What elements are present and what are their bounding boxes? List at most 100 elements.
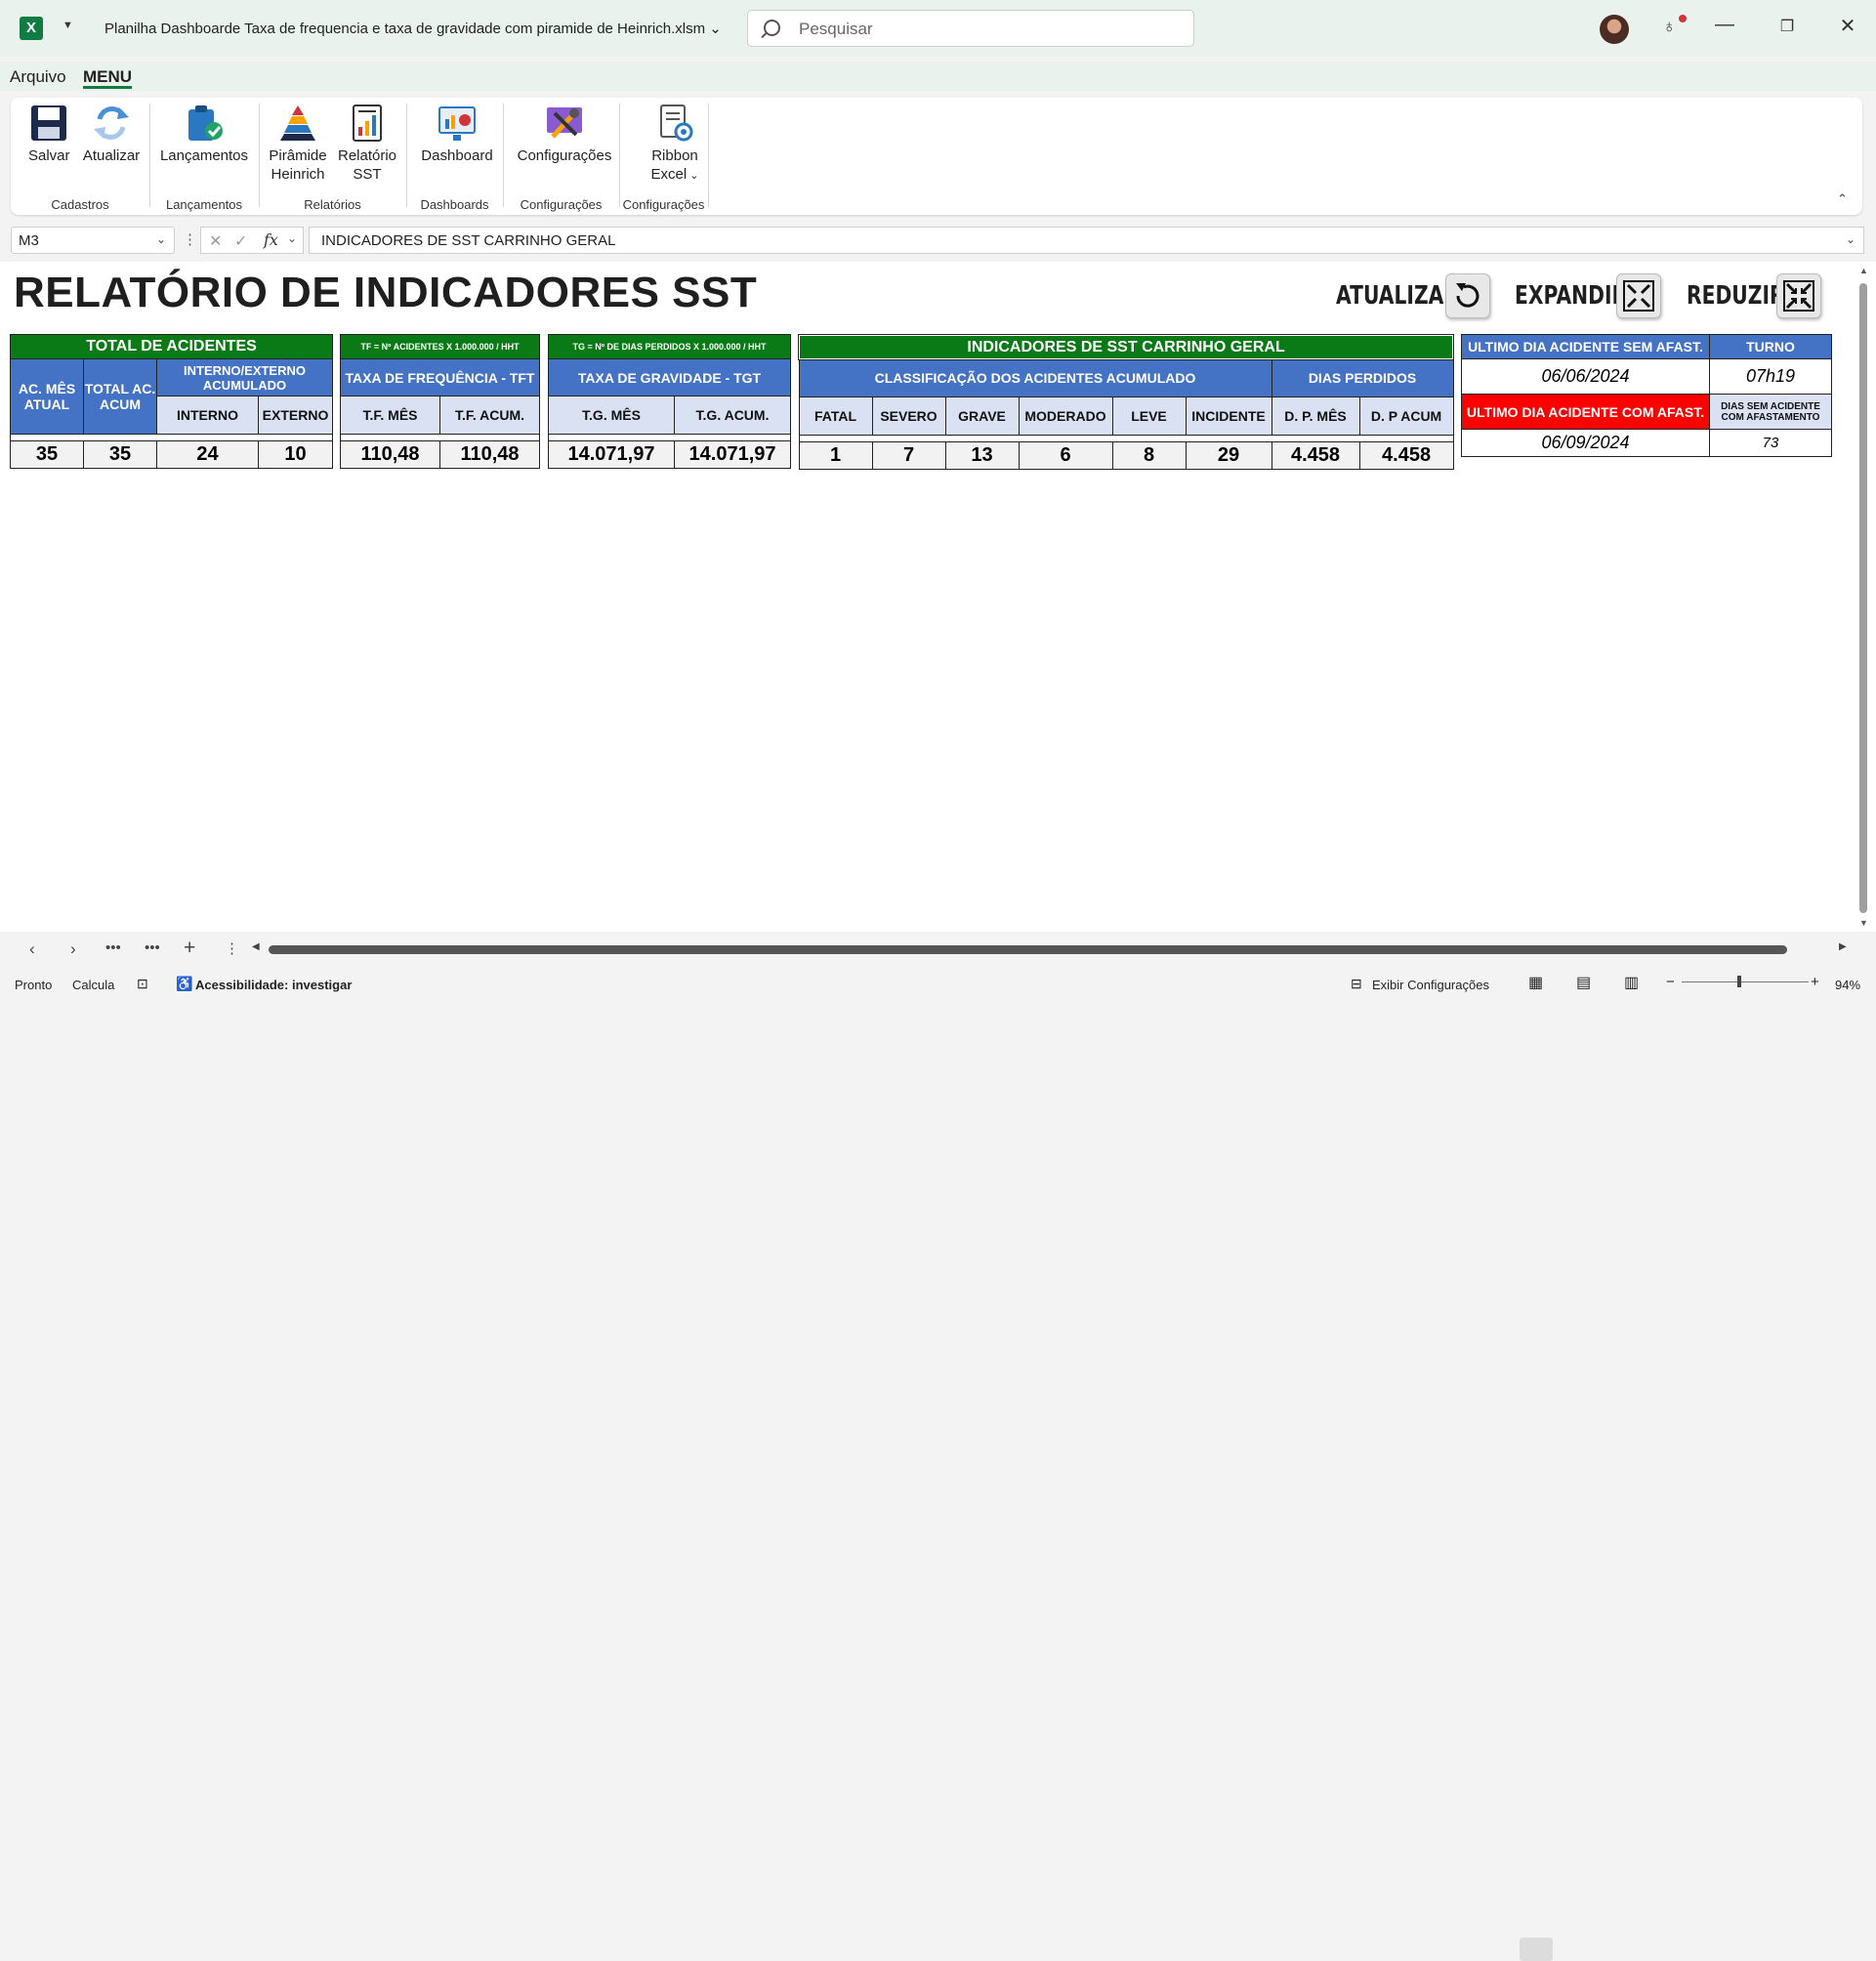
reduzir-button[interactable]: REDUZIR [1687,273,1843,320]
leve-value[interactable]: 8 [1111,440,1187,470]
scroll-up-icon[interactable]: ▲ [1859,266,1868,275]
turno-header: TURNO [1709,334,1832,359]
salvar-button[interactable]: Salvar [28,104,70,165]
tf-mes-value[interactable]: 110,48 [340,440,440,469]
zoom-slider-thumb[interactable] [1737,976,1741,987]
expand-formula-icon[interactable]: ⌄ [1846,232,1855,246]
sheet-options-icon[interactable]: ⋮ [225,939,239,957]
collapse-ribbon-icon[interactable]: ⌃ [1837,191,1848,207]
dias-sem-acidente-value[interactable]: 73 [1709,429,1832,457]
tab-arquivo[interactable]: Arquivo [10,67,66,87]
zoom-in-icon[interactable]: + [1811,974,1819,990]
turno-value[interactable]: 07h19 [1709,358,1832,395]
ac-mes-atual-header: AC. MÊS ATUAL [10,358,84,435]
severo-value[interactable]: 7 [871,440,946,470]
group-separator [259,104,260,207]
status-calcula[interactable]: Calcula [72,978,114,992]
scroll-right-icon[interactable]: ▶ [1839,941,1847,952]
interno-header: INTERNO [156,396,259,435]
atualizar-button[interactable]: Atualizar [79,104,144,165]
indicadores-sst-table: INDICADORES DE SST CARRINHO GERAL CLASSI… [797,334,1455,470]
display-settings-label[interactable]: Exibir Configurações [1372,978,1489,992]
moderado-value[interactable]: 6 [1018,440,1113,470]
grave-value[interactable]: 13 [944,440,1020,470]
ribbon-excel-button[interactable]: Ribbon Excel ⌄ [634,104,716,186]
name-box[interactable]: M3 ⌄ [11,227,175,254]
total-ac-acum-value[interactable]: 35 [83,440,157,469]
scroll-down-icon[interactable]: ▼ [1859,918,1868,928]
tf-acum-header: T.F. ACUM. [438,396,541,435]
taxa-gravidade-table: TG = Nº DE DIAS PERDIDOS X 1.000.000 / H… [547,334,792,469]
group-label-relatorios: Relatórios [304,197,361,212]
prev-sheet-icon[interactable]: ‹ [29,939,35,959]
tg-acum-value[interactable]: 14.071,97 [673,440,792,469]
search-input[interactable]: Pesquisar [747,10,1194,47]
excel-logo-icon[interactable]: X [20,17,43,40]
next-sheet-icon[interactable]: › [70,939,76,959]
indicadores-header[interactable]: INDICADORES DE SST CARRINHO GERAL [797,334,1455,360]
expandir-button[interactable]: EXPANDIR [1515,273,1671,320]
group-separator [619,104,620,207]
horizontal-scroll-thumb[interactable] [269,945,1787,954]
lancamentos-button[interactable]: Lançamentos [159,104,249,165]
ultimo-sem-afast-date[interactable]: 06/06/2024 [1461,358,1710,395]
avatar[interactable] [1600,15,1629,44]
ac-mes-atual-value[interactable]: 35 [10,440,84,469]
zoom-out-icon[interactable]: − [1666,974,1675,990]
ribbon-tabs: Arquivo MENU [0,62,1876,91]
ultimo-com-afast-header: ULTIMO DIA ACIDENTE COM AFAST. [1461,394,1710,430]
tg-mes-value[interactable]: 14.071,97 [548,440,675,469]
relatorio-sst-button[interactable]: Relatório SST [334,104,400,184]
piramide-label-2: Heinrich [271,166,325,183]
scroll-left-icon[interactable]: ◀ [252,941,260,952]
classificacao-header: CLASSIFICAÇÃO DOS ACIDENTES ACUMULADO [798,358,1272,397]
document-title[interactable]: Planilha Dashboarde Taxa de frequencia e… [104,20,722,37]
zoom-level[interactable]: 94% [1835,978,1860,992]
tab-menu[interactable]: MENU [83,67,132,87]
vertical-scroll-thumb[interactable] [1859,283,1867,913]
dp-mes-value[interactable]: 4.458 [1271,440,1360,470]
lightbulb-icon[interactable]: ♁ [1662,17,1676,38]
chevron-down-icon: ⌄ [155,232,166,246]
page-break-icon[interactable]: ▥ [1624,973,1639,992]
more-sheets-icon[interactable]: ••• [105,939,121,956]
chevron-down-icon: ⌄ [709,21,722,37]
ultimo-com-afast-date[interactable]: 06/09/2024 [1461,429,1710,457]
notification-dot [1679,15,1687,22]
add-sheet-icon[interactable]: + [184,937,195,960]
dp-acum-value[interactable]: 4.458 [1358,440,1454,470]
macro-recording-icon[interactable]: ⊡ [137,976,148,992]
minimize-icon[interactable]: — [1710,14,1739,36]
zoom-slider[interactable] [1682,981,1809,982]
pyramid-icon [278,104,317,143]
tf-acum-value[interactable]: 110,48 [438,440,541,469]
page-layout-icon[interactable]: ▤ [1576,973,1591,992]
piramide-heinrich-button[interactable]: Pirâmide Heinrich [269,104,327,184]
quick-access-dropdown-icon[interactable]: ▼ [63,20,73,31]
incidente-value[interactable]: 29 [1185,440,1272,470]
interno-value[interactable]: 24 [156,440,259,469]
externo-header: EXTERNO [257,396,334,435]
fatal-value[interactable]: 1 [798,440,873,470]
group-label-configuracoes-2: Configurações [622,197,705,212]
dp-acum-header: D. P ACUM [1358,396,1454,436]
normal-view-button[interactable] [1520,1938,1553,1961]
more-options-icon[interactable]: ⋮ [183,230,197,248]
accessibility-status[interactable]: Acessibilidade: investigar [195,978,352,992]
chevron-down-icon: ⌄ [687,170,699,182]
insert-function-icon[interactable]: fx [264,230,278,249]
confirm-icon[interactable]: ✓ [234,231,247,251]
configuracoes-button[interactable]: Configurações [513,104,616,165]
externo-value[interactable]: 10 [257,440,334,469]
formula-input[interactable]: INDICADORES DE SST CARRINHO GERAL ⌄ [309,227,1864,254]
cancel-icon[interactable]: ✕ [209,231,222,251]
clipboard-check-icon [185,104,224,143]
expand-icon [1616,273,1661,318]
close-icon[interactable]: ✕ [1833,14,1862,38]
more-sheets-icon[interactable]: ••• [145,939,160,956]
reduzir-label: REDUZIR [1687,281,1785,311]
dashboard-button[interactable]: Dashboard [419,104,495,165]
atualizar-sheet-button[interactable]: ATUALIZAR [1336,273,1492,320]
restore-icon[interactable]: ❐ [1772,17,1802,36]
ribbon-settings-icon [655,104,694,143]
